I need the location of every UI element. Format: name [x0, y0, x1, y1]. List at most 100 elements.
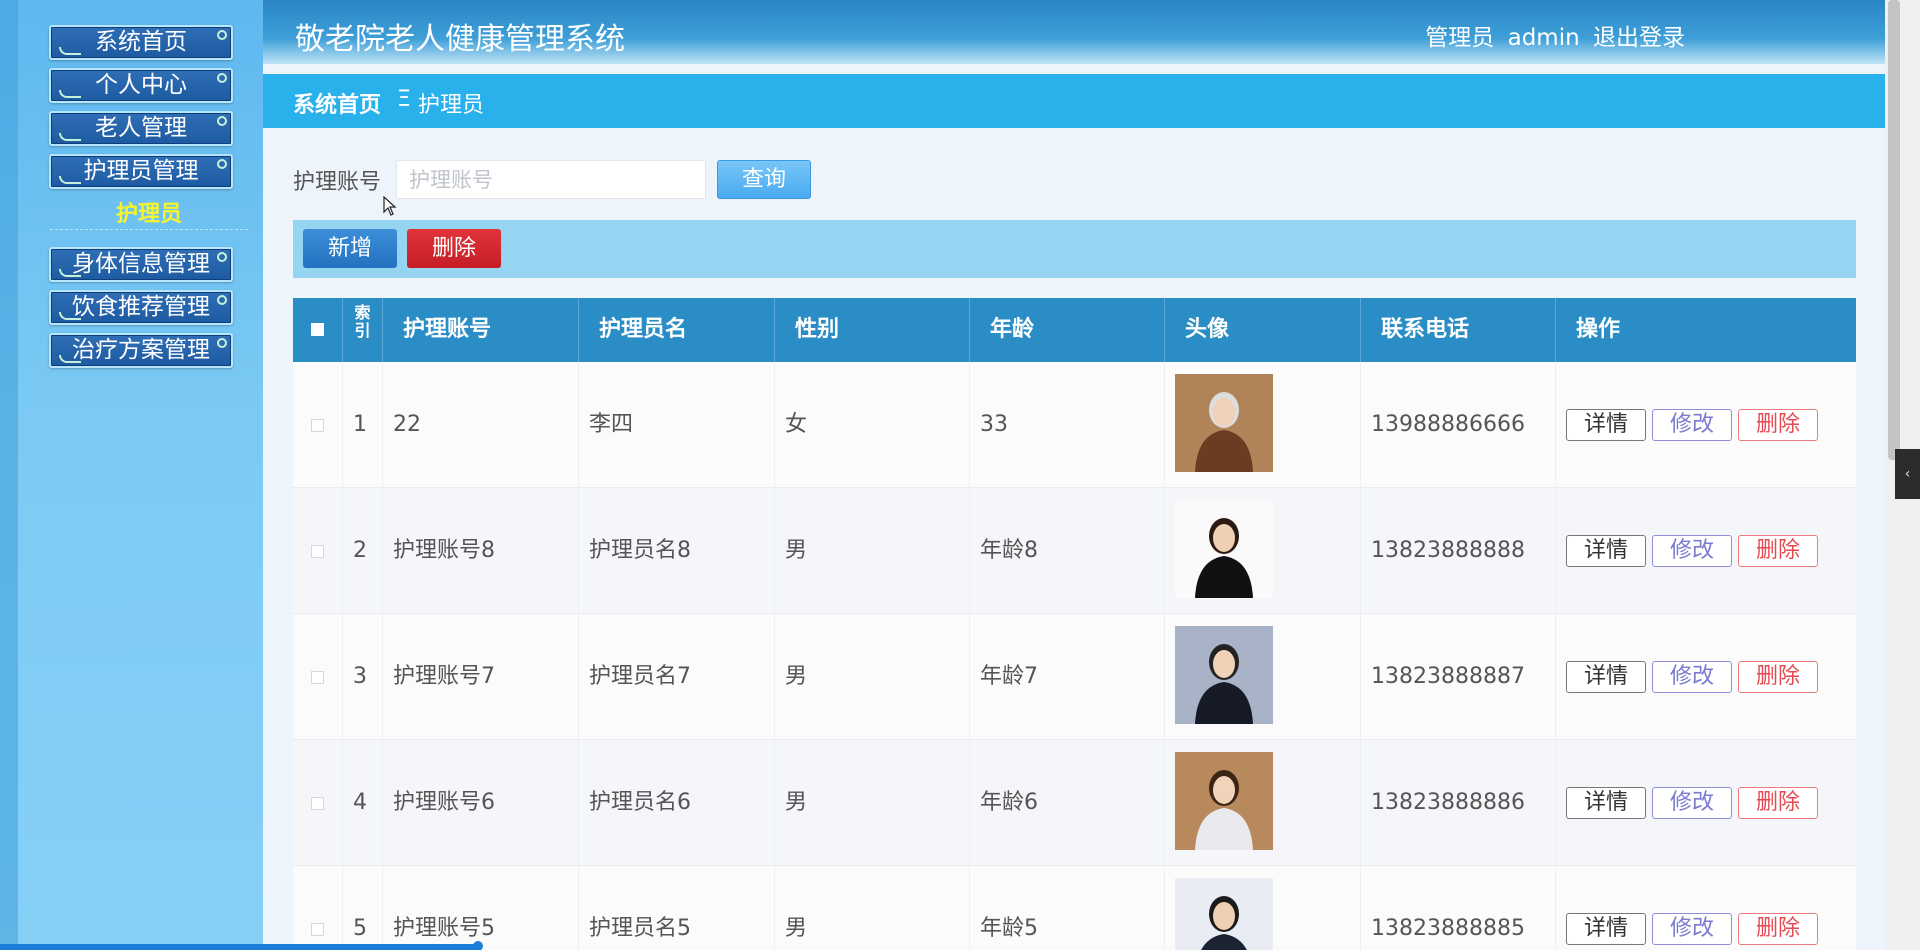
cell-index: 5	[343, 866, 383, 950]
sidebar-item-label: 护理员管理	[83, 158, 199, 184]
logout-link[interactable]: 退出登录	[1593, 25, 1685, 51]
table-row: 4 护理账号6 护理员名6 男年龄6 13823888886 详情 修改 删除	[293, 740, 1856, 866]
row-actions: 详情 修改 删除	[1556, 488, 1856, 614]
edit-button[interactable]: 修改	[1652, 409, 1732, 441]
row-actions: 详情 修改 删除	[1556, 740, 1856, 866]
edit-button[interactable]: 修改	[1652, 787, 1732, 819]
avatar	[1175, 626, 1273, 724]
avatar	[1175, 500, 1273, 598]
cell-index: 3	[343, 614, 383, 740]
row-checkbox[interactable]	[293, 866, 343, 950]
sidebar-item-body-info-management[interactable]: 身体信息管理	[49, 247, 233, 282]
breadcrumb-separator: Ξ	[397, 87, 411, 112]
cell-phone: 13988886666	[1361, 362, 1556, 488]
delete-button[interactable]: 删除	[1738, 787, 1818, 819]
search-input[interactable]	[396, 160, 706, 199]
cell-name: 护理员名6	[579, 740, 775, 866]
mouse-cursor-icon	[383, 196, 397, 216]
table-row: 1 22 李四女 33 13988886666 详情 修改 删除	[293, 362, 1856, 488]
col-avatar-header: 头像	[1165, 298, 1361, 362]
cell-phone: 13823888886	[1361, 740, 1556, 866]
sidebar-item-treatment-plan[interactable]: 治疗方案管理	[49, 333, 233, 368]
batch-delete-button[interactable]: 删除	[407, 229, 501, 268]
sidebar-item-label: 个人中心	[95, 72, 187, 98]
sidebar-item-label: 身体信息管理	[72, 251, 210, 277]
detail-button[interactable]: 详情	[1566, 661, 1646, 693]
cell-account: 护理账号6	[383, 740, 579, 866]
col-account-header: 护理账号	[383, 298, 579, 362]
col-index-header: 索引	[343, 298, 383, 362]
search-label: 护理账号	[293, 170, 382, 195]
table-row: 5 护理账号5 护理员名5 男年龄5 13823888885 详情 修改 删除	[293, 866, 1856, 950]
cell-age: 33	[970, 362, 1165, 488]
user-area: 管理员 admin 退出登录	[1419, 18, 1685, 52]
cell-gender: 男	[775, 866, 970, 950]
edit-button[interactable]: 修改	[1652, 661, 1732, 693]
breadcrumb-home[interactable]: 系统首页	[293, 87, 381, 119]
collapse-panel-icon[interactable]: ‹	[1895, 449, 1920, 499]
select-all-checkbox[interactable]	[293, 298, 343, 362]
detail-button[interactable]: 详情	[1566, 787, 1646, 819]
table-row: 2 护理账号8 护理员名8 男年龄8 13823888888 详情 修改 删除	[293, 488, 1856, 614]
delete-button[interactable]: 删除	[1738, 535, 1818, 567]
cell-account: 22	[383, 362, 579, 488]
avatar-cell	[1165, 614, 1361, 740]
detail-button[interactable]: 详情	[1566, 409, 1646, 441]
avatar	[1175, 752, 1273, 850]
horizontal-scrollbar[interactable]	[0, 944, 480, 950]
avatar-cell	[1165, 866, 1361, 950]
cell-age: 年龄8	[970, 488, 1165, 614]
add-button[interactable]: 新增	[303, 229, 397, 268]
delete-button[interactable]: 删除	[1738, 661, 1818, 693]
sidebar-subitem-caregiver[interactable]: 护理员	[49, 196, 249, 228]
cell-name: 护理员名7	[579, 614, 775, 740]
table-header: 索引 护理账号 护理员名 性别 年龄 头像 联系电话 操作	[293, 298, 1856, 362]
row-checkbox[interactable]	[293, 614, 343, 740]
app-title: 敬老院老人健康管理系统	[295, 22, 625, 57]
user-role: 管理员	[1425, 25, 1495, 51]
cell-phone: 13823888887	[1361, 614, 1556, 740]
breadcrumb: 系统首页 Ξ 护理员	[263, 74, 1885, 128]
col-phone-header: 联系电话	[1361, 298, 1556, 362]
avatar-cell	[1165, 362, 1361, 488]
sidebar-subitem-label: 护理员	[115, 202, 182, 227]
avatar	[1175, 374, 1273, 472]
avatar	[1175, 878, 1273, 950]
vertical-scrollbar-thumb[interactable]	[1888, 0, 1900, 460]
row-actions: 详情 修改 删除	[1556, 866, 1856, 950]
sidebar-item-elderly-management[interactable]: 老人管理	[49, 111, 233, 146]
horizontal-scrollbar-handle[interactable]	[473, 941, 483, 950]
sidebar-item-label: 治疗方案管理	[72, 337, 210, 363]
action-bar: 新增 删除	[293, 220, 1856, 278]
edit-button[interactable]: 修改	[1652, 913, 1732, 945]
row-checkbox[interactable]	[293, 740, 343, 866]
delete-button[interactable]: 删除	[1738, 913, 1818, 945]
sidebar-item-label: 老人管理	[95, 115, 187, 141]
row-actions: 详情 修改 删除	[1556, 362, 1856, 488]
cell-index: 4	[343, 740, 383, 866]
cell-gender: 男	[775, 740, 970, 866]
col-age-header: 年龄	[970, 298, 1165, 362]
search-button[interactable]: 查询	[717, 160, 811, 199]
user-name: admin	[1507, 25, 1580, 51]
sidebar-item-caregiver-management[interactable]: 护理员管理	[49, 154, 233, 189]
cell-name: 李四	[579, 362, 775, 488]
col-name-header: 护理员名	[579, 298, 775, 362]
row-actions: 详情 修改 删除	[1556, 614, 1856, 740]
edit-button[interactable]: 修改	[1652, 535, 1732, 567]
delete-button[interactable]: 删除	[1738, 409, 1818, 441]
detail-button[interactable]: 详情	[1566, 913, 1646, 945]
row-checkbox[interactable]	[293, 362, 343, 488]
sidebar-item-personal-center[interactable]: 个人中心	[49, 68, 233, 103]
avatar-cell	[1165, 488, 1361, 614]
detail-button[interactable]: 详情	[1566, 535, 1646, 567]
row-checkbox[interactable]	[293, 488, 343, 614]
cell-account: 护理账号5	[383, 866, 579, 950]
cell-age: 年龄6	[970, 740, 1165, 866]
cell-name: 护理员名8	[579, 488, 775, 614]
sidebar-item-home[interactable]: 系统首页	[49, 25, 233, 60]
cell-gender: 男	[775, 488, 970, 614]
sidebar-item-diet-recommendation[interactable]: 饮食推荐管理	[49, 290, 233, 325]
cell-gender: 男	[775, 614, 970, 740]
col-gender-header: 性别	[775, 298, 970, 362]
